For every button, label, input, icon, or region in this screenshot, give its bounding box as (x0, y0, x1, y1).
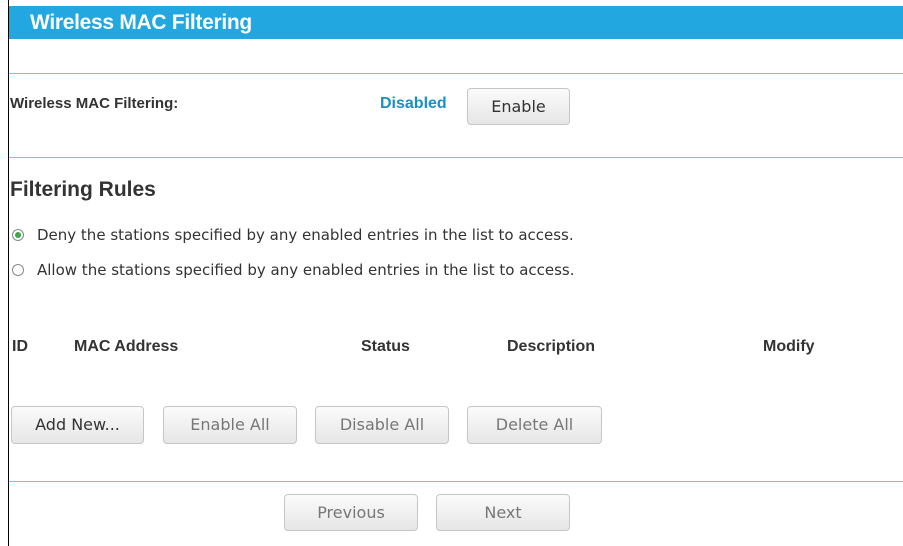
column-header-description: Description (507, 338, 596, 355)
divider (9, 481, 903, 482)
delete-all-button[interactable]: Delete All (467, 406, 602, 444)
divider (9, 73, 903, 74)
column-header-status: Status (361, 338, 410, 355)
page-title: Wireless MAC Filtering (9, 6, 903, 39)
page-left-border (8, 0, 9, 546)
mac-filtering-status: Disabled (380, 95, 447, 112)
radio-deny[interactable] (12, 229, 24, 241)
column-header-mac-address: MAC Address (74, 338, 179, 355)
mac-filtering-label: Wireless MAC Filtering: (10, 95, 179, 112)
next-button[interactable]: Next (436, 494, 570, 531)
radio-deny-label: Deny the stations specified by any enabl… (37, 226, 574, 244)
enable-all-button[interactable]: Enable All (163, 406, 297, 444)
radio-allow-label: Allow the stations specified by any enab… (37, 261, 575, 279)
filtering-rules-title: Filtering Rules (10, 178, 156, 201)
radio-allow-row[interactable]: Allow the stations specified by any enab… (12, 261, 575, 279)
radio-allow[interactable] (12, 264, 24, 276)
enable-button[interactable]: Enable (467, 88, 570, 125)
disable-all-button[interactable]: Disable All (315, 406, 449, 444)
divider (9, 157, 903, 158)
column-header-modify: Modify (763, 338, 815, 355)
add-new-button[interactable]: Add New... (11, 406, 144, 444)
radio-deny-row[interactable]: Deny the stations specified by any enabl… (12, 226, 574, 244)
column-header-id: ID (12, 338, 28, 355)
previous-button[interactable]: Previous (284, 494, 418, 531)
